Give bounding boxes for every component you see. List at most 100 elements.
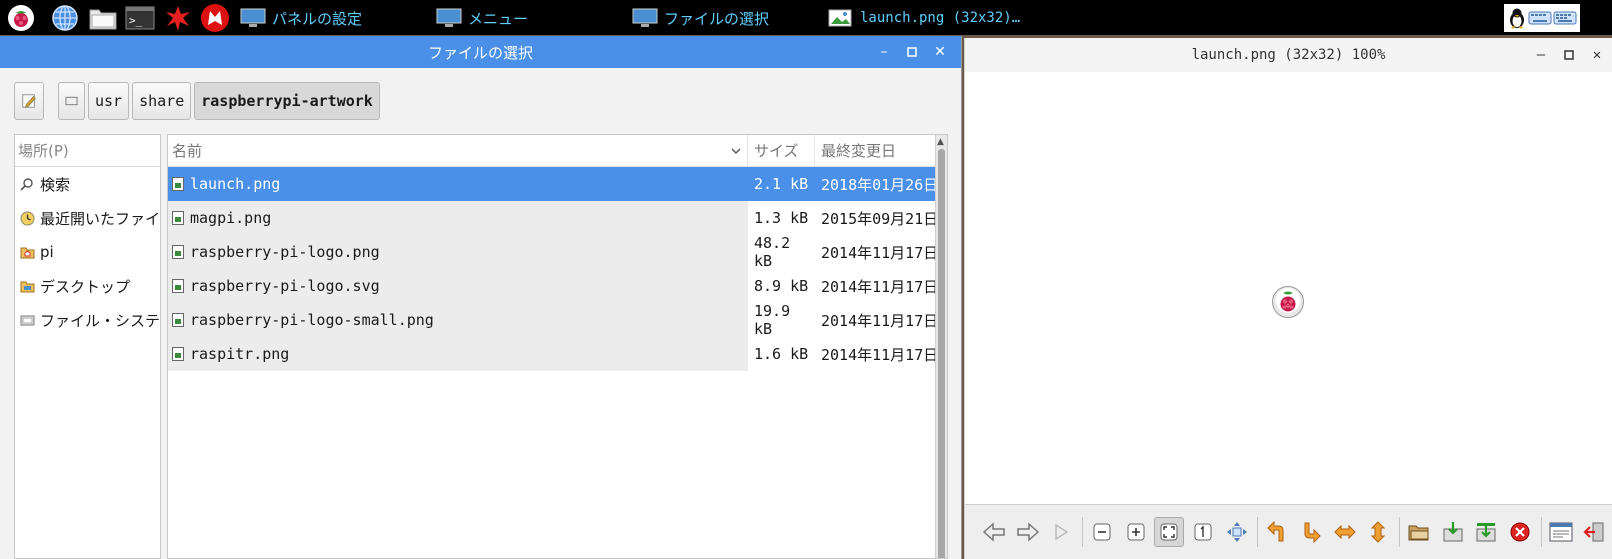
place-recent[interactable]: 最近開いたファイル	[15, 201, 160, 235]
path-button-usr[interactable]: usr	[88, 82, 130, 120]
toolbar-separator	[1082, 517, 1083, 547]
file-manager-icon[interactable]	[88, 3, 118, 33]
zoom-original-icon[interactable]	[1188, 517, 1218, 547]
file-date: 2015年09月21日	[821, 209, 939, 228]
minimize-icon[interactable]: –	[877, 45, 891, 59]
file-list-header: 名前 サイズ 最終変更日	[168, 135, 947, 167]
place-home[interactable]: pi	[15, 235, 160, 269]
close-icon[interactable]: ✕	[1590, 48, 1604, 62]
maximize-icon[interactable]	[905, 45, 919, 59]
open-file-icon[interactable]	[1404, 517, 1434, 547]
vertical-scrollbar[interactable]: ▲	[935, 135, 947, 558]
pencil-icon	[22, 94, 36, 108]
column-header-size[interactable]: サイズ	[748, 135, 815, 166]
file-row[interactable]: raspberry-pi-logo.png 48.2 kB 2014年11月17…	[168, 234, 947, 270]
column-header-date[interactable]: 最終変更日	[815, 135, 947, 166]
rotate-right-icon[interactable]	[1296, 517, 1326, 547]
root-path-button[interactable]	[58, 82, 85, 120]
previous-image-icon[interactable]	[979, 517, 1009, 547]
zoom-fit-icon[interactable]	[1154, 517, 1185, 547]
system-tray	[1504, 4, 1580, 32]
image-file-icon	[172, 211, 184, 225]
penguin-icon[interactable]	[1507, 7, 1527, 29]
path-button-share[interactable]: share	[132, 82, 192, 120]
keyboard-layout-icon[interactable]	[1553, 10, 1577, 26]
scrollbar-thumb[interactable]	[938, 149, 945, 558]
image-file-icon	[172, 245, 184, 259]
place-filesystem[interactable]: ファイル・システム	[15, 303, 160, 337]
monitor-icon	[240, 8, 266, 27]
svg-text:>_: >_	[129, 14, 143, 27]
raspberry-pi-image	[1272, 286, 1304, 318]
minimize-icon[interactable]: –	[1534, 48, 1548, 62]
place-search[interactable]: 検索	[15, 167, 160, 201]
file-size: 1.3 kB	[754, 209, 809, 227]
file-name: magpi.png	[190, 209, 272, 227]
task-image-viewer[interactable]: launch.png (32x32)…	[828, 4, 1020, 32]
zoom-in-icon[interactable]	[1121, 517, 1151, 547]
task-label: パネルの設定	[272, 9, 363, 28]
column-header-name[interactable]: 名前	[168, 135, 748, 166]
file-size: 8.9 kB	[754, 277, 809, 295]
file-name: raspitr.png	[190, 345, 290, 363]
wolfram-icon[interactable]	[200, 3, 230, 33]
search-icon	[19, 176, 35, 192]
home-folder-icon	[19, 244, 35, 260]
next-image-icon[interactable]	[1013, 517, 1043, 547]
image-file-icon	[172, 177, 184, 191]
drive-icon	[19, 312, 35, 328]
raspberry-menu-icon[interactable]	[6, 3, 36, 33]
place-desktop[interactable]: デスクトップ	[15, 269, 160, 303]
viewer-toolbar	[965, 504, 1612, 559]
task-file-chooser[interactable]: ファイルの選択	[632, 4, 769, 32]
preferences-icon[interactable]	[1546, 517, 1576, 547]
quit-icon[interactable]	[1579, 517, 1609, 547]
file-date: 2014年11月17日	[821, 311, 939, 330]
desktop-folder-icon	[19, 278, 35, 294]
delete-icon[interactable]	[1505, 517, 1535, 547]
places-sidebar: 場所(P) 検索 最近開いたファイル pi デスクトップ ファイル・システム	[14, 134, 161, 559]
chevron-down-icon	[731, 148, 741, 154]
zoom-out-icon[interactable]	[1087, 517, 1117, 547]
task-label: ファイルの選択	[664, 9, 770, 28]
place-label: pi	[40, 243, 54, 261]
file-name: raspberry-pi-logo.svg	[190, 277, 380, 295]
keyboard-icon[interactable]	[1528, 10, 1552, 26]
save-as-icon[interactable]	[1471, 517, 1501, 547]
monitor-icon	[436, 8, 462, 27]
maximize-icon[interactable]	[1562, 48, 1576, 62]
window-title: launch.png (32x32) 100%	[1191, 47, 1386, 63]
task-panel-settings[interactable]: パネルの設定	[240, 4, 362, 32]
file-row[interactable]: raspberry-pi-logo.svg 8.9 kB 2014年11月17日	[168, 269, 947, 303]
scroll-up-icon[interactable]: ▲	[937, 137, 944, 147]
file-name: raspberry-pi-logo-small.png	[190, 311, 434, 329]
taskbar: >_ パネルの設定 メニュー ファイルの選択 launch.png (32x32…	[0, 0, 1612, 35]
web-browser-icon[interactable]	[50, 3, 80, 33]
edit-location-button[interactable]	[14, 82, 44, 120]
file-date: 2018年01月26日	[821, 175, 939, 194]
file-row[interactable]: magpi.png 1.3 kB 2015年09月21日	[168, 201, 947, 235]
flip-horizontal-icon[interactable]	[1330, 517, 1360, 547]
file-list: 名前 サイズ 最終変更日 launch.png 2.1 kB 2018年01月2…	[167, 134, 948, 559]
image-viewer-titlebar[interactable]: launch.png (32x32) 100% – ✕	[965, 38, 1612, 72]
file-chooser-titlebar[interactable]: ファイルの選択 – ✕	[0, 36, 961, 68]
save-file-icon[interactable]	[1438, 517, 1468, 547]
rotate-left-icon[interactable]	[1262, 517, 1292, 547]
flip-vertical-icon[interactable]	[1363, 517, 1393, 547]
recent-icon	[19, 210, 35, 226]
path-button-raspberrypi-artwork[interactable]: raspberrypi-artwork	[194, 82, 380, 120]
file-date: 2014年11月17日	[821, 243, 939, 262]
mathematica-icon[interactable]	[163, 3, 193, 33]
slideshow-play-icon[interactable]	[1046, 517, 1076, 547]
file-row[interactable]: raspitr.png 1.6 kB 2014年11月17日	[168, 337, 947, 371]
path-bar: usr share raspberrypi-artwork	[14, 82, 380, 120]
image-canvas[interactable]	[965, 72, 1612, 504]
fullscreen-icon[interactable]	[1222, 517, 1252, 547]
place-label: 検索	[40, 175, 71, 194]
file-row[interactable]: raspberry-pi-logo-small.png 19.9 kB 2014…	[168, 302, 947, 338]
task-menu[interactable]: メニュー	[436, 4, 528, 32]
close-icon[interactable]: ✕	[933, 45, 947, 59]
terminal-icon[interactable]: >_	[125, 3, 155, 33]
place-label: ファイル・システム	[40, 311, 160, 330]
file-row[interactable]: launch.png 2.1 kB 2018年01月26日	[168, 167, 947, 201]
